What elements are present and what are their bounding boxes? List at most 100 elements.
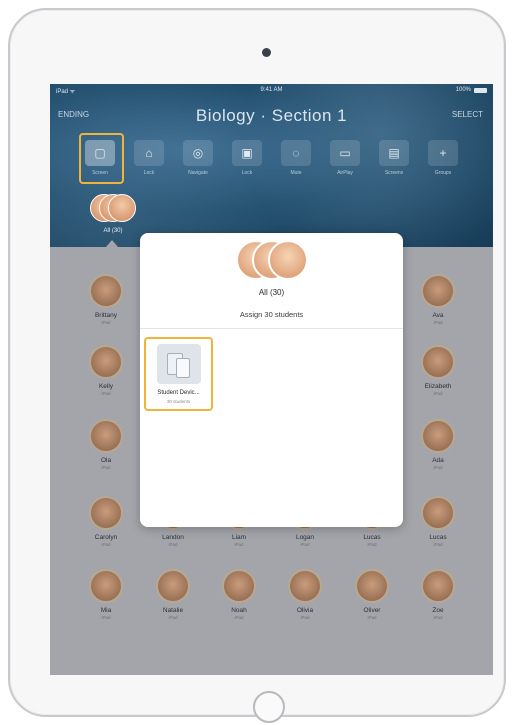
- student-name: Lucas: [363, 534, 381, 541]
- avatar: [421, 496, 455, 530]
- avatar: [222, 569, 256, 603]
- avatar: [421, 419, 455, 453]
- avatar: [89, 419, 123, 453]
- student-device: iPad: [168, 615, 178, 620]
- student-device: iPad: [101, 391, 111, 396]
- student-card[interactable]: Olivia iPad: [274, 569, 334, 631]
- student-device: iPad: [101, 542, 111, 547]
- student-name: Elizabeth: [424, 383, 452, 390]
- battery-percent: 100%: [455, 87, 471, 93]
- status-bar: iPad ᯤ 9:41 AM 100%: [50, 84, 493, 98]
- student-device: iPad: [234, 542, 244, 547]
- student-card[interactable]: Ada iPad: [407, 419, 467, 481]
- camera-lens: [262, 48, 271, 57]
- popover-subtitle: Assign 30 students: [239, 310, 304, 319]
- student-card[interactable]: Kelly iPad: [75, 345, 135, 407]
- avatar: [89, 345, 123, 379]
- student-name: Liam: [231, 534, 247, 541]
- student-name: Ava: [432, 312, 444, 319]
- toolbar-item-lock[interactable]: ⌂ Lock: [126, 134, 175, 184]
- student-name: Zoe: [432, 607, 444, 614]
- student-name: Lucas: [429, 534, 447, 541]
- student-device: iPad: [433, 391, 443, 396]
- student-devices-option[interactable]: Student Devic... 30 students: [144, 337, 213, 411]
- toolbar-item-label: Lock: [143, 170, 155, 176]
- avatar: [89, 569, 123, 603]
- clock: 9:41 AM: [260, 87, 283, 93]
- student-device: iPad: [433, 465, 443, 470]
- avatar: [89, 274, 123, 308]
- device-option-count: 30 students: [166, 399, 191, 404]
- student-card[interactable]: Noah iPad: [208, 569, 268, 631]
- group-avatar-stack: [236, 240, 310, 282]
- compass-icon: ◎: [183, 140, 213, 166]
- student-device: iPad: [234, 615, 244, 620]
- student-device: iPad: [168, 542, 178, 547]
- student-device: iPad: [101, 615, 111, 620]
- student-card[interactable]: Mia iPad: [75, 569, 135, 631]
- home-button[interactable]: [253, 691, 285, 723]
- student-name: Brittany: [94, 312, 118, 319]
- device-option-label: Student Devic...: [157, 390, 200, 396]
- screen: iPad ᯤ 9:41 AM 100% ENDING Biology · Sec…: [50, 84, 493, 675]
- student-card[interactable]: Carolyn iPad: [75, 496, 135, 558]
- student-name: Natalie: [162, 607, 184, 614]
- group-tab-label: All (30): [103, 228, 123, 234]
- screens-icon: ▤: [379, 140, 409, 166]
- student-name: Carolyn: [94, 534, 118, 541]
- student-card[interactable]: Zoe iPad: [407, 569, 467, 631]
- avatar: [288, 569, 322, 603]
- selected-tab-caret: [106, 240, 118, 247]
- airplay-icon: ▭: [330, 140, 360, 166]
- student-name: Noah: [231, 607, 247, 614]
- toolbar-item-label: Groups: [434, 170, 452, 176]
- selection-highlight: [79, 133, 124, 184]
- student-card[interactable]: Elizabeth iPad: [407, 345, 467, 407]
- student-device: iPad: [433, 542, 443, 547]
- select-button[interactable]: SELECT: [452, 110, 483, 119]
- student-name: Landon: [162, 534, 184, 541]
- student-name: Oliver: [363, 607, 381, 614]
- toolbar-item-navigate[interactable]: ◎ Navigate: [175, 134, 224, 184]
- avatar: [108, 194, 136, 222]
- student-card[interactable]: Ola iPad: [75, 419, 135, 481]
- avatar: [156, 569, 190, 603]
- avatar: [355, 569, 389, 603]
- student-device: iPad: [433, 320, 443, 325]
- battery-icon: [474, 87, 487, 93]
- student-device: iPad: [433, 615, 443, 620]
- student-name: Mia: [100, 607, 112, 614]
- group-avatar-stack: [90, 194, 136, 224]
- student-card[interactable]: Oliver iPad: [341, 569, 401, 631]
- toolbar-item-screens[interactable]: ▤ Screens: [371, 134, 420, 184]
- tablet-front-icon: [176, 358, 190, 378]
- toolbar-item-airplay[interactable]: ▭ AirPlay: [322, 134, 371, 184]
- devices-icon: [157, 344, 201, 384]
- student-card[interactable]: Brittany iPad: [75, 274, 135, 336]
- student-name: Kelly: [98, 383, 114, 390]
- nav-bar: ENDING Biology · Section 1 SELECT: [50, 104, 493, 126]
- battery-status: 100%: [456, 87, 487, 93]
- toolbar-item-label: AirPlay: [337, 170, 353, 176]
- divider: [140, 328, 403, 329]
- student-card[interactable]: Natalie iPad: [142, 569, 202, 631]
- avatar: [421, 345, 455, 379]
- student-card[interactable]: Lucas iPad: [407, 496, 467, 558]
- group-tab-all[interactable]: All (30): [88, 194, 138, 242]
- lock-icon: ⌂: [134, 140, 164, 166]
- toolbar-item-mute[interactable]: ◌ Mute: [273, 134, 322, 184]
- ipad-frame: iPad ᯤ 9:41 AM 100% ENDING Biology · Sec…: [8, 8, 506, 723]
- toolbar-item-lock-2[interactable]: ▣ Lock: [224, 134, 273, 184]
- student-device: iPad: [367, 542, 377, 547]
- plus-icon: +: [428, 140, 458, 166]
- student-device: iPad: [367, 615, 377, 620]
- avatar: [421, 569, 455, 603]
- mute-icon: ◌: [281, 140, 311, 166]
- student-device: iPad: [300, 615, 310, 620]
- toolbar-item-groups[interactable]: + Groups: [420, 134, 469, 184]
- toolbar-item-label: Mute: [290, 170, 302, 176]
- student-card[interactable]: Ava iPad: [407, 274, 467, 336]
- avatar: [421, 274, 455, 308]
- student-name: Olivia: [296, 607, 314, 614]
- toolbar: ▢ Screen ⌂ Lock ◎ Navigate ▣ Lock ◌ Mute…: [77, 134, 469, 184]
